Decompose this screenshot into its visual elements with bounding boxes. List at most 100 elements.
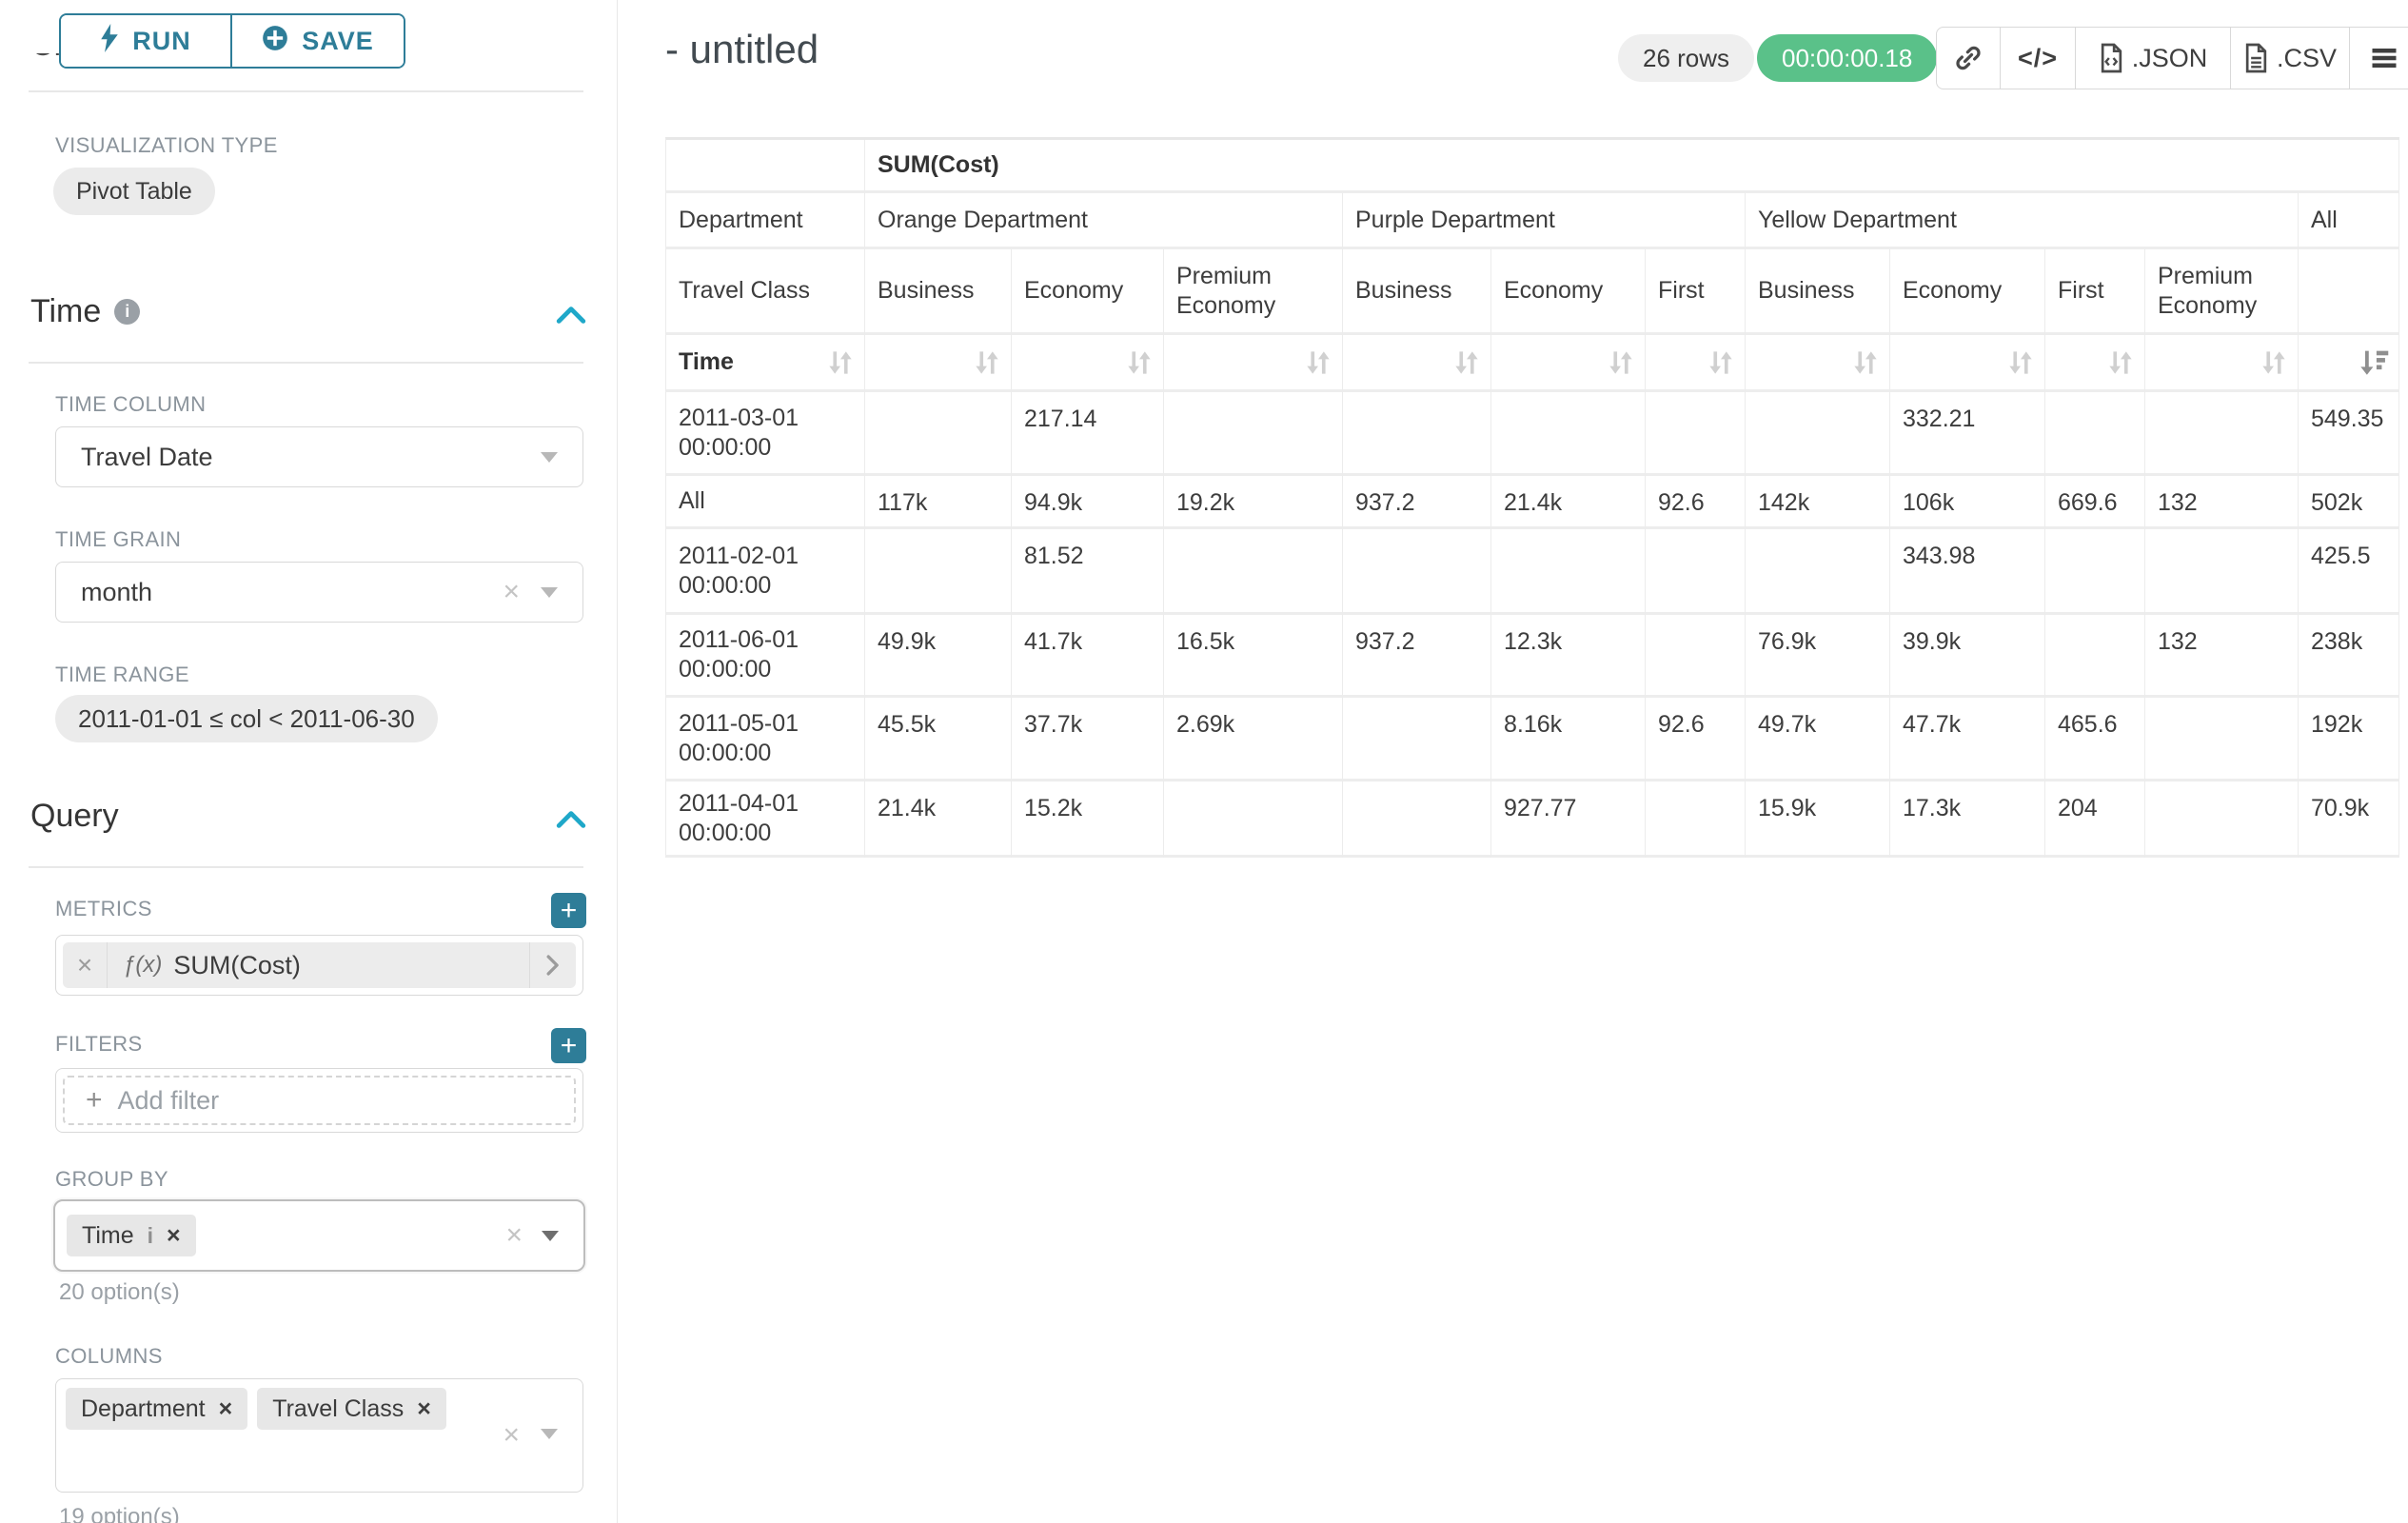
chevron-up-icon[interactable] <box>556 807 586 837</box>
csv-label: .CSV <box>2277 44 2337 73</box>
add-metric-button[interactable]: + <box>551 893 586 928</box>
value-cell: 332.21 <box>1890 392 2045 476</box>
superset-explore: Chart Type RUN SAVE VISUALIZATION TYPE P… <box>0 0 2408 1523</box>
sort-icon[interactable] <box>1452 347 1481 378</box>
sortable-column <box>1012 335 1164 392</box>
group-by-tag[interactable]: Time i × <box>67 1215 196 1256</box>
control-panel: Chart Type RUN SAVE VISUALIZATION TYPE P… <box>0 0 618 1523</box>
caret-down-icon[interactable] <box>541 452 558 463</box>
divider <box>29 90 583 92</box>
add-filter-plus-button[interactable]: + <box>551 1028 586 1063</box>
sort-icon[interactable] <box>2106 347 2135 378</box>
caret-down-icon[interactable] <box>542 1231 559 1241</box>
group-by-select[interactable]: Time i × × <box>53 1199 585 1272</box>
metric-name: SUM(Cost) <box>173 951 301 980</box>
col-dimension-header: Travel Class <box>666 249 865 335</box>
chevron-up-icon[interactable] <box>556 303 586 332</box>
value-cell: 70.9k <box>2299 781 2399 858</box>
row-count-badge: 26 rows <box>1618 34 1754 82</box>
sort-icon[interactable] <box>1707 347 1735 378</box>
column-group-header: Yellow Department <box>1746 193 2299 249</box>
export-csv-button[interactable]: .CSV <box>2230 28 2349 89</box>
remove-tag-icon[interactable]: × <box>417 1395 431 1423</box>
sort-icon[interactable] <box>1125 347 1154 378</box>
columns-select[interactable]: Department × Travel Class × × <box>55 1378 583 1493</box>
value-cell <box>1491 529 1646 615</box>
value-cell: 45.5k <box>865 698 1012 781</box>
metrics-label: METRICS <box>55 897 152 921</box>
sort-icon[interactable] <box>2006 347 2035 378</box>
value-cell: 8.16k <box>1491 698 1646 781</box>
divider <box>29 362 583 364</box>
value-cell <box>1746 392 1890 476</box>
value-cell <box>1646 392 1746 476</box>
sort-icon[interactable] <box>1851 347 1880 378</box>
remove-tag-icon[interactable]: × <box>219 1395 233 1423</box>
time-column-value: Travel Date <box>81 443 213 472</box>
export-json-button[interactable]: .JSON <box>2075 28 2230 89</box>
caret-down-icon[interactable] <box>541 587 558 598</box>
sort-desc-icon[interactable] <box>2359 347 2389 378</box>
value-cell: 502k <box>2299 476 2399 529</box>
time-range-pill[interactable]: 2011-01-01 ≤ col < 2011-06-30 <box>55 695 438 742</box>
value-cell: 76.9k <box>1746 615 1890 698</box>
value-cell: 16.5k <box>1164 615 1343 698</box>
sort-icon[interactable] <box>2260 347 2288 378</box>
value-cell: 47.7k <box>1890 698 2045 781</box>
value-cell <box>1343 392 1491 476</box>
more-menu-button[interactable] <box>2349 28 2408 89</box>
remove-metric-icon[interactable]: × <box>63 942 108 988</box>
value-cell: 669.6 <box>2045 476 2145 529</box>
column-group-header: Orange Department <box>865 193 1343 249</box>
add-filter-button[interactable]: + Add filter <box>63 1076 576 1125</box>
value-cell: 106k <box>1890 476 2045 529</box>
value-cell <box>2045 529 2145 615</box>
sort-icon[interactable] <box>1607 347 1635 378</box>
share-link-button[interactable] <box>1937 28 2000 89</box>
metric-main: ƒ(x) SUM(Cost) <box>108 951 529 980</box>
visualization-type-label: VISUALIZATION TYPE <box>55 133 278 158</box>
sortable-column <box>1646 335 1746 392</box>
value-cell: 17.3k <box>1890 781 2045 858</box>
row-label: All <box>666 476 865 529</box>
columns-tag[interactable]: Department × <box>66 1388 247 1430</box>
chevron-right-icon[interactable] <box>529 942 576 988</box>
save-button[interactable]: SAVE <box>230 15 404 67</box>
sortable-column <box>1164 335 1343 392</box>
clear-icon[interactable]: × <box>503 578 520 606</box>
link-icon <box>1954 44 1983 72</box>
remove-tag-icon[interactable]: × <box>167 1222 181 1250</box>
value-cell: 94.9k <box>1012 476 1164 529</box>
sort-icon[interactable] <box>826 347 855 378</box>
column-header: Premium Economy <box>2145 249 2299 335</box>
value-cell <box>2145 698 2299 781</box>
view-query-button[interactable]: </> <box>2000 28 2075 89</box>
value-cell: 549.35 <box>2299 392 2399 476</box>
value-cell <box>2045 392 2145 476</box>
value-cell: 81.52 <box>1012 529 1164 615</box>
value-cell <box>1491 392 1646 476</box>
column-header: Business <box>865 249 1012 335</box>
group-by-hint: 20 option(s) <box>59 1279 180 1306</box>
value-cell <box>1343 529 1491 615</box>
value-cell: 15.2k <box>1012 781 1164 858</box>
value-cell <box>1164 392 1343 476</box>
filters-label: FILTERS <box>55 1032 143 1057</box>
fx-icon: ƒ(x) <box>123 952 162 979</box>
metric-pill[interactable]: × ƒ(x) SUM(Cost) <box>63 942 576 988</box>
sort-icon[interactable] <box>973 347 1001 378</box>
value-cell: 117k <box>865 476 1012 529</box>
run-button[interactable]: RUN <box>61 15 230 67</box>
sortable-column <box>1491 335 1646 392</box>
clear-icon[interactable]: × <box>505 1221 523 1250</box>
columns-tag[interactable]: Travel Class × <box>257 1388 446 1430</box>
sortable-column <box>2299 335 2399 392</box>
time-grain-select[interactable]: month × <box>55 562 583 623</box>
time-column-select[interactable]: Travel Date <box>55 426 583 487</box>
tag-label: Travel Class <box>272 1395 404 1423</box>
clear-icon[interactable]: × <box>503 1421 520 1450</box>
caret-down-icon[interactable] <box>541 1429 558 1439</box>
chart-title[interactable]: - untitled <box>665 27 819 72</box>
visualization-type-pill[interactable]: Pivot Table <box>53 168 215 215</box>
sort-icon[interactable] <box>1304 347 1332 378</box>
